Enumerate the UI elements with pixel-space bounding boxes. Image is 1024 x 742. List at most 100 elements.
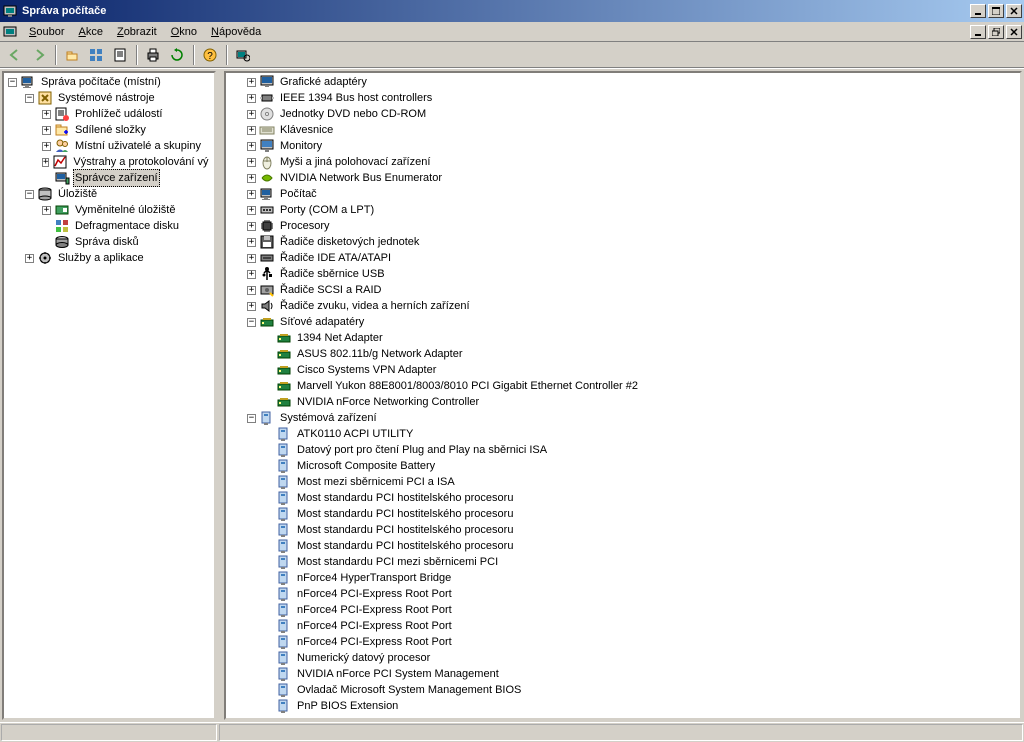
expand-icon[interactable]: + [247, 78, 256, 87]
tree-item[interactable]: +Porty (COM a LPT) [226, 202, 1020, 218]
tree-item[interactable]: Most standardu PCI hostitelského proceso… [226, 522, 1020, 538]
tree-item[interactable]: Správa disků [4, 234, 214, 250]
expand-icon[interactable]: + [247, 190, 256, 199]
tree-item[interactable]: nForce4 PCI-Express Root Port [226, 602, 1020, 618]
print-button[interactable] [142, 44, 164, 66]
expand-icon[interactable]: + [247, 142, 256, 151]
tree-item[interactable]: −Úložiště [4, 186, 214, 202]
menu-akce[interactable]: Akce [71, 24, 109, 40]
tree-item[interactable]: +Myši a jiná polohovací zařízení [226, 154, 1020, 170]
tree-item[interactable]: nForce4 HyperTransport Bridge [226, 570, 1020, 586]
collapse-icon[interactable]: − [247, 414, 256, 423]
expand-icon[interactable]: + [247, 174, 256, 183]
menu-okno[interactable]: Okno [164, 24, 204, 40]
expand-icon[interactable]: + [42, 110, 51, 119]
menu-nápověda[interactable]: Nápověda [204, 24, 268, 40]
tree-item[interactable]: +Řadiče zvuku, videa a herních zařízení [226, 298, 1020, 314]
expand-icon[interactable]: + [247, 158, 256, 167]
tree-item[interactable]: +Počítač [226, 186, 1020, 202]
tree-item[interactable]: Most standardu PCI hostitelského proceso… [226, 490, 1020, 506]
tree-item[interactable]: Datový port pro čtení Plug and Play na s… [226, 442, 1020, 458]
help-button[interactable]: ? [199, 44, 221, 66]
tree-item[interactable]: Microsoft Composite Battery [226, 458, 1020, 474]
tree-item[interactable]: +Procesory [226, 218, 1020, 234]
tree-item[interactable]: ATK0110 ACPI UTILITY [226, 426, 1020, 442]
tree-item[interactable]: Numerický datový procesor [226, 650, 1020, 666]
tree-item[interactable]: +NVIDIA Network Bus Enumerator [226, 170, 1020, 186]
expand-icon[interactable]: + [247, 110, 256, 119]
forward-button[interactable] [28, 44, 50, 66]
tree-item[interactable]: Správce zařízení [4, 170, 214, 186]
expand-icon[interactable]: + [42, 158, 49, 167]
tree-item[interactable]: +Řadiče IDE ATA/ATAPI [226, 250, 1020, 266]
properties-button[interactable] [109, 44, 131, 66]
collapse-icon[interactable]: − [8, 78, 17, 87]
tree-item[interactable]: +Služby a aplikace [4, 250, 214, 266]
collapse-icon[interactable]: − [25, 94, 34, 103]
tree-item[interactable]: Defragmentace disku [4, 218, 214, 234]
tree-item[interactable]: +Řadiče disketových jednotek [226, 234, 1020, 250]
tree-item[interactable]: nForce4 PCI-Express Root Port [226, 586, 1020, 602]
tree-item[interactable]: PnP BIOS Extension [226, 698, 1020, 714]
tree-item[interactable]: nForce4 PCI-Express Root Port [226, 634, 1020, 650]
minimize-button[interactable] [970, 4, 986, 18]
tree-item[interactable]: −Síťové adapatéry [226, 314, 1020, 330]
tree-item[interactable]: nForce4 PCI-Express Root Port [226, 618, 1020, 634]
menu-soubor[interactable]: Soubor [22, 24, 71, 40]
tree-item[interactable]: Most mezi sběrnicemi PCI a ISA [226, 474, 1020, 490]
collapse-icon[interactable]: − [247, 318, 256, 327]
tree-item[interactable]: 1394 Net Adapter [226, 330, 1020, 346]
collapse-icon[interactable]: − [25, 190, 34, 199]
tree-item[interactable]: +Místní uživatelé a skupiny [4, 138, 214, 154]
expand-icon[interactable]: + [247, 126, 256, 135]
tree-item[interactable]: −Systémové nástroje [4, 90, 214, 106]
expand-icon[interactable]: + [42, 126, 51, 135]
up-button[interactable] [61, 44, 83, 66]
tree-item[interactable]: +IEEE 1394 Bus host controllers [226, 90, 1020, 106]
expand-icon[interactable]: + [247, 270, 256, 279]
refresh-button[interactable] [166, 44, 188, 66]
expand-icon[interactable]: + [247, 94, 256, 103]
tree-item[interactable]: +Výstrahy a protokolování vý [4, 154, 214, 170]
mdi-restore-button[interactable] [988, 25, 1004, 39]
right-tree-pane[interactable]: +Grafické adaptéry+IEEE 1394 Bus host co… [224, 71, 1022, 720]
tree-item[interactable]: NVIDIA nForce PCI System Management [226, 666, 1020, 682]
view-icons-button[interactable] [85, 44, 107, 66]
tree-item[interactable]: Cisco Systems VPN Adapter [226, 362, 1020, 378]
expand-icon[interactable]: + [247, 222, 256, 231]
expand-icon[interactable]: + [247, 254, 256, 263]
tree-item[interactable]: ASUS 802.11b/g Network Adapter [226, 346, 1020, 362]
mdi-minimize-button[interactable] [970, 25, 986, 39]
menu-zobrazit[interactable]: Zobrazit [110, 24, 164, 40]
tree-item[interactable]: +Grafické adaptéry [226, 74, 1020, 90]
tree-item[interactable]: Marvell Yukon 88E8001/8003/8010 PCI Giga… [226, 378, 1020, 394]
tree-item[interactable]: −Správa počítače (místní) [4, 74, 214, 90]
tree-item[interactable]: +Řadiče sběrnice USB [226, 266, 1020, 282]
tree-item[interactable]: +Vyměnitelné úložiště [4, 202, 214, 218]
expand-icon[interactable]: + [247, 302, 256, 311]
tree-item[interactable]: −Systémová zařízení [226, 410, 1020, 426]
tree-item[interactable]: +Klávesnice [226, 122, 1020, 138]
tree-item[interactable]: +Řadiče SCSI a RAID [226, 282, 1020, 298]
tree-item[interactable]: +Jednotky DVD nebo CD-ROM [226, 106, 1020, 122]
scan-button[interactable] [232, 44, 254, 66]
expand-icon[interactable]: + [42, 142, 51, 151]
tree-item[interactable]: +Prohlížeč událostí [4, 106, 214, 122]
tree-item[interactable]: Ovladač Microsoft System Management BIOS [226, 682, 1020, 698]
expand-icon[interactable]: + [42, 206, 51, 215]
expand-icon[interactable]: + [247, 238, 256, 247]
back-button[interactable] [4, 44, 26, 66]
expand-icon[interactable]: + [247, 286, 256, 295]
expand-icon[interactable]: + [25, 254, 34, 263]
left-tree-pane[interactable]: −Správa počítače (místní)−Systémové nást… [2, 71, 216, 720]
tree-item[interactable]: Most standardu PCI hostitelského proceso… [226, 538, 1020, 554]
close-button[interactable] [1006, 4, 1022, 18]
mdi-close-button[interactable] [1006, 25, 1022, 39]
tree-item[interactable]: NVIDIA nForce Networking Controller [226, 394, 1020, 410]
tree-item[interactable]: +Monitory [226, 138, 1020, 154]
tree-item[interactable]: Most standardu PCI mezi sběrnicemi PCI [226, 554, 1020, 570]
expand-icon[interactable]: + [247, 206, 256, 215]
tree-item[interactable]: Most standardu PCI hostitelského proceso… [226, 506, 1020, 522]
maximize-button[interactable] [988, 4, 1004, 18]
tree-item[interactable]: +Sdílené složky [4, 122, 214, 138]
